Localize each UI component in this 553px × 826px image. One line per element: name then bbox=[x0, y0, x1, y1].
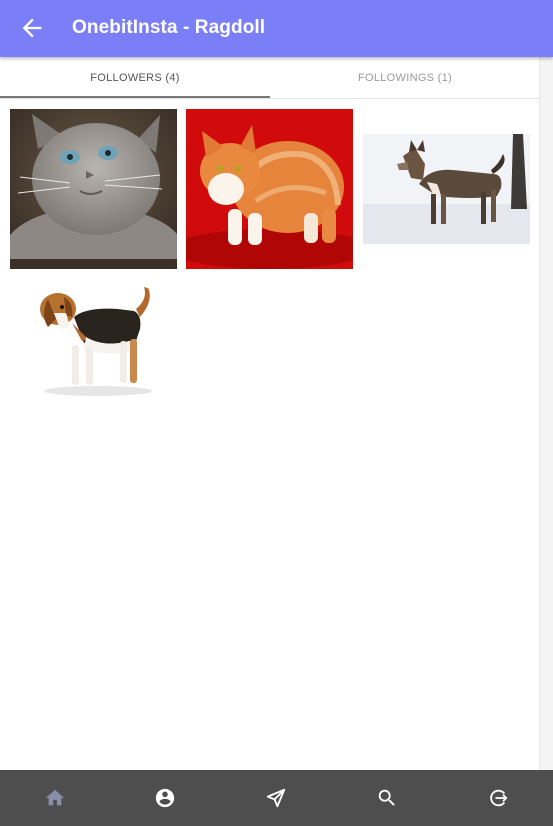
back-button[interactable] bbox=[18, 14, 46, 42]
scrollbar[interactable] bbox=[539, 57, 553, 770]
nav-send-button[interactable] bbox=[221, 770, 331, 826]
active-tab-indicator bbox=[0, 96, 270, 98]
send-icon bbox=[266, 788, 286, 808]
follower-thumbnail-beagle[interactable] bbox=[10, 279, 177, 397]
follower-thumbnail-orange-cat[interactable] bbox=[186, 109, 353, 269]
tab-followers[interactable]: FOLLOWERS (4) bbox=[0, 57, 270, 98]
nav-home-button[interactable] bbox=[0, 770, 110, 826]
followers-grid bbox=[0, 99, 539, 769]
beagle-image bbox=[10, 279, 177, 397]
grey-cat-image bbox=[10, 109, 177, 269]
app-bar: OnebitInsta - Ragdoll bbox=[0, 0, 553, 57]
dog-in-snow-image bbox=[363, 134, 530, 244]
follower-thumbnail-dog-snow[interactable] bbox=[363, 134, 530, 244]
tab-followings[interactable]: FOLLOWINGS (1) bbox=[270, 57, 540, 98]
follower-thumbnail-grey-cat[interactable] bbox=[10, 109, 177, 269]
search-icon bbox=[378, 789, 395, 806]
nav-profile-button[interactable] bbox=[110, 770, 220, 826]
nav-logout-button[interactable] bbox=[443, 770, 553, 826]
logout-icon bbox=[490, 789, 508, 807]
bottom-navigation bbox=[0, 770, 553, 826]
account-circle-icon bbox=[155, 788, 175, 808]
tab-bar: FOLLOWERS (4) FOLLOWINGS (1) bbox=[0, 57, 539, 99]
home-icon bbox=[45, 789, 65, 806]
nav-search-button[interactable] bbox=[332, 770, 442, 826]
page-title: OnebitInsta - Ragdoll bbox=[72, 17, 266, 38]
orange-cat-image bbox=[186, 109, 353, 269]
arrow-back-icon bbox=[22, 18, 42, 38]
